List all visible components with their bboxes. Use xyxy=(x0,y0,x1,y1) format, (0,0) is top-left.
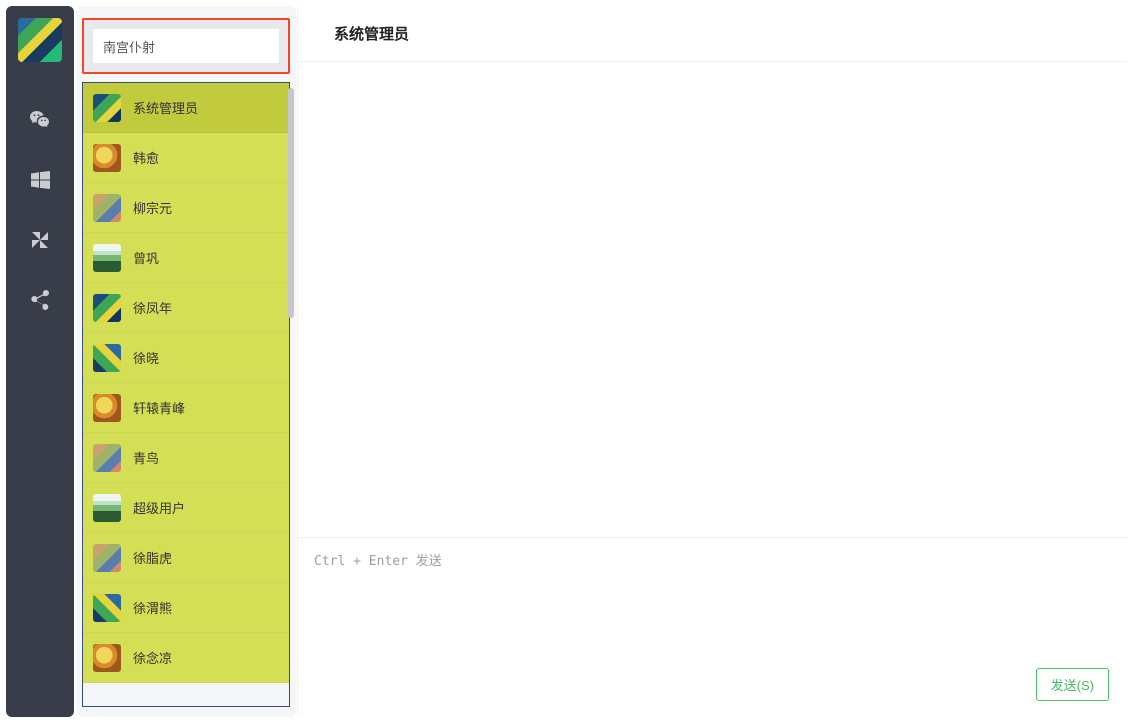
contacts-list[interactable]: 系统管理员韩愈柳宗元曾巩徐凤年徐晓轩辕青峰青鸟超级用户徐脂虎徐渭熊徐念凉 xyxy=(82,82,290,707)
contact-name: 青鸟 xyxy=(133,448,159,467)
contact-name: 徐念凉 xyxy=(133,648,172,667)
share-icon[interactable] xyxy=(20,280,60,320)
scrollbar-thumb[interactable] xyxy=(288,88,294,318)
contacts-panel: 系统管理员韩愈柳宗元曾巩徐凤年徐晓轩辕青峰青鸟超级用户徐脂虎徐渭熊徐念凉 xyxy=(76,6,296,717)
contact-avatar xyxy=(93,644,121,672)
contact-avatar xyxy=(93,294,121,322)
pinwheel-icon[interactable] xyxy=(20,220,60,260)
contact-item[interactable]: 韩愈 xyxy=(83,133,289,183)
app-root: 系统管理员韩愈柳宗元曾巩徐凤年徐晓轩辕青峰青鸟超级用户徐脂虎徐渭熊徐念凉 系统管… xyxy=(0,0,1133,723)
contact-item[interactable]: 超级用户 xyxy=(83,483,289,533)
left-nav xyxy=(6,6,74,717)
contact-avatar xyxy=(93,594,121,622)
contact-name: 超级用户 xyxy=(133,498,185,517)
contact-avatar xyxy=(93,344,121,372)
contact-item[interactable]: 轩辕青峰 xyxy=(83,383,289,433)
contact-item[interactable]: 徐凤年 xyxy=(83,283,289,333)
contact-avatar xyxy=(93,244,121,272)
contact-item[interactable]: 徐脂虎 xyxy=(83,533,289,583)
contact-name: 轩辕青峰 xyxy=(133,398,185,417)
contact-avatar xyxy=(93,494,121,522)
send-button[interactable]: 发送(S) xyxy=(1036,668,1109,701)
contact-name: 柳宗元 xyxy=(133,198,172,217)
contact-item[interactable]: 徐念凉 xyxy=(83,633,289,683)
chat-input-area[interactable]: Ctrl + Enter 发送 发送(S) xyxy=(298,537,1127,717)
contact-item[interactable]: 徐渭熊 xyxy=(83,583,289,633)
chat-input-placeholder: Ctrl + Enter 发送 xyxy=(314,550,1111,569)
contact-avatar xyxy=(93,444,121,472)
contact-item[interactable]: 曾巩 xyxy=(83,233,289,283)
contact-name: 韩愈 xyxy=(133,148,159,167)
contact-item[interactable]: 系统管理员 xyxy=(83,83,289,133)
contact-item[interactable]: 徐晓 xyxy=(83,333,289,383)
search-input[interactable] xyxy=(93,29,280,63)
contact-avatar xyxy=(93,94,121,122)
contact-item[interactable]: 青鸟 xyxy=(83,433,289,483)
chat-title: 系统管理员 xyxy=(334,23,409,44)
contact-avatar xyxy=(93,544,121,572)
contact-name: 徐脂虎 xyxy=(133,548,172,567)
contact-name: 曾巩 xyxy=(133,248,159,267)
search-box-highlight xyxy=(82,18,290,74)
contact-name: 徐渭熊 xyxy=(133,598,172,617)
chat-panel: 系统管理员 Ctrl + Enter 发送 发送(S) xyxy=(298,6,1127,717)
current-user-avatar[interactable] xyxy=(18,18,62,62)
chat-header: 系统管理员 xyxy=(298,6,1127,62)
search-row xyxy=(92,28,280,64)
contact-avatar xyxy=(93,394,121,422)
contact-avatar xyxy=(93,194,121,222)
contact-name: 系统管理员 xyxy=(133,98,198,117)
contact-item[interactable]: 柳宗元 xyxy=(83,183,289,233)
contact-avatar xyxy=(93,144,121,172)
chat-messages-area[interactable] xyxy=(298,62,1127,537)
contact-name: 徐晓 xyxy=(133,348,159,367)
wechat-icon[interactable] xyxy=(20,100,60,140)
windows-icon[interactable] xyxy=(20,160,60,200)
contact-name: 徐凤年 xyxy=(133,298,172,317)
